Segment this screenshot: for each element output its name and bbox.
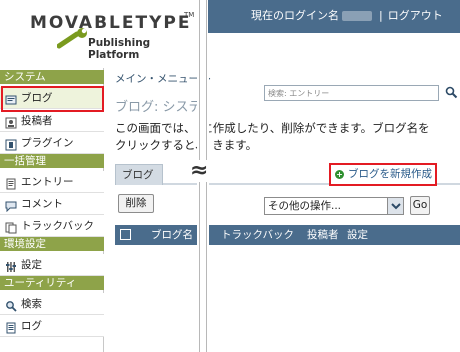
sidebar-item-label: 設定: [21, 259, 42, 271]
sidebar-item-label: 検索: [21, 298, 42, 310]
sidebar-item-label: コメント: [21, 198, 63, 210]
main-header-area: 現在のログイン名 | ログアウト 検索: エントリー: [208, 0, 460, 110]
search-input[interactable]: 検索: エントリー: [264, 85, 439, 101]
chevron-down-icon[interactable]: [387, 198, 403, 214]
top-bar: 現在のログイン名 | ログアウト: [208, 0, 460, 33]
sidebar-item-search[interactable]: 検索: [0, 293, 104, 315]
sidebar-item-label: ログ: [21, 320, 42, 332]
sidebar-item-entry[interactable]: エントリー: [0, 171, 104, 193]
page-title: ブログ: システ: [115, 100, 202, 115]
sidebar-item-settings[interactable]: 設定: [0, 254, 104, 276]
new-blog-label: ブログを新規作成: [348, 168, 432, 180]
page-description-line1: この画面では、 に作成したり、削除ができます。ブログ名を: [115, 121, 430, 135]
author-icon: [5, 115, 17, 129]
sidebar-item-label: エントリー: [21, 176, 74, 188]
sidebar-item-label: 投稿者: [21, 115, 53, 127]
header-separator: |: [379, 9, 383, 22]
page-description-line2: クリックすると、 きます。: [115, 138, 258, 152]
logo-wordmark: MOVABLETYPE: [30, 13, 192, 33]
other-actions-select[interactable]: その他の操作...: [264, 197, 404, 215]
delete-button[interactable]: 削除: [118, 194, 154, 213]
select-all-checkbox[interactable]: [120, 229, 131, 240]
trackback-icon: [5, 220, 17, 234]
sidebar-item-log[interactable]: ログ: [0, 315, 104, 337]
search-button[interactable]: [445, 86, 458, 99]
log-icon: [5, 320, 17, 334]
logout-link[interactable]: ログアウト: [388, 9, 443, 22]
new-blog-link[interactable]: + ブログを新規作成: [329, 163, 437, 186]
sidebar-section-system: システム: [0, 70, 104, 84]
logo-tagline: Publishing Platform: [88, 37, 151, 61]
other-actions-value: その他の操作...: [268, 200, 342, 212]
table-header: ブログ名 トラックバック 投稿者 設定: [115, 225, 460, 245]
column-blog-name[interactable]: ブログ名: [151, 225, 193, 245]
entry-icon: [5, 176, 17, 190]
column-trackback[interactable]: トラックバック: [221, 225, 294, 245]
plugin-icon: [5, 137, 17, 151]
magnifier-icon: [445, 86, 458, 99]
plus-icon: +: [335, 170, 344, 179]
logo[interactable]: MOVABLETYPE TM Publishing Platform: [0, 0, 198, 68]
column-author[interactable]: 投稿者: [307, 225, 339, 245]
settings-icon: [5, 259, 17, 272]
sidebar-item-plugin[interactable]: プラグイン: [0, 132, 104, 154]
logo-trademark: TM: [184, 11, 195, 19]
sidebar-item-trackback[interactable]: トラックバック: [0, 215, 104, 237]
sidebar-item-comment[interactable]: コメント: [0, 193, 104, 215]
sidebar-section-bulk: 一括管理: [0, 154, 104, 168]
break-symbol-overlay: ≈: [190, 158, 209, 183]
sidebar-section-settings: 環境設定: [0, 237, 104, 251]
column-settings[interactable]: 設定: [347, 225, 368, 245]
sidebar-item-author[interactable]: 投稿者: [0, 110, 104, 132]
tab-blog[interactable]: ブログ: [115, 164, 163, 185]
sidebar-section-utility: ユーティリティ: [0, 276, 104, 290]
logged-in-label: 現在のログイン名: [251, 9, 339, 22]
sidebar-item-label: プラグイン: [21, 137, 74, 149]
sidebar-item-label: トラックバック: [21, 220, 94, 232]
comment-icon: [5, 198, 17, 213]
highlight-blog-frame: [1, 86, 104, 112]
go-button[interactable]: Go: [410, 196, 430, 215]
username-blurred: [342, 11, 372, 21]
search-icon: [5, 298, 17, 312]
